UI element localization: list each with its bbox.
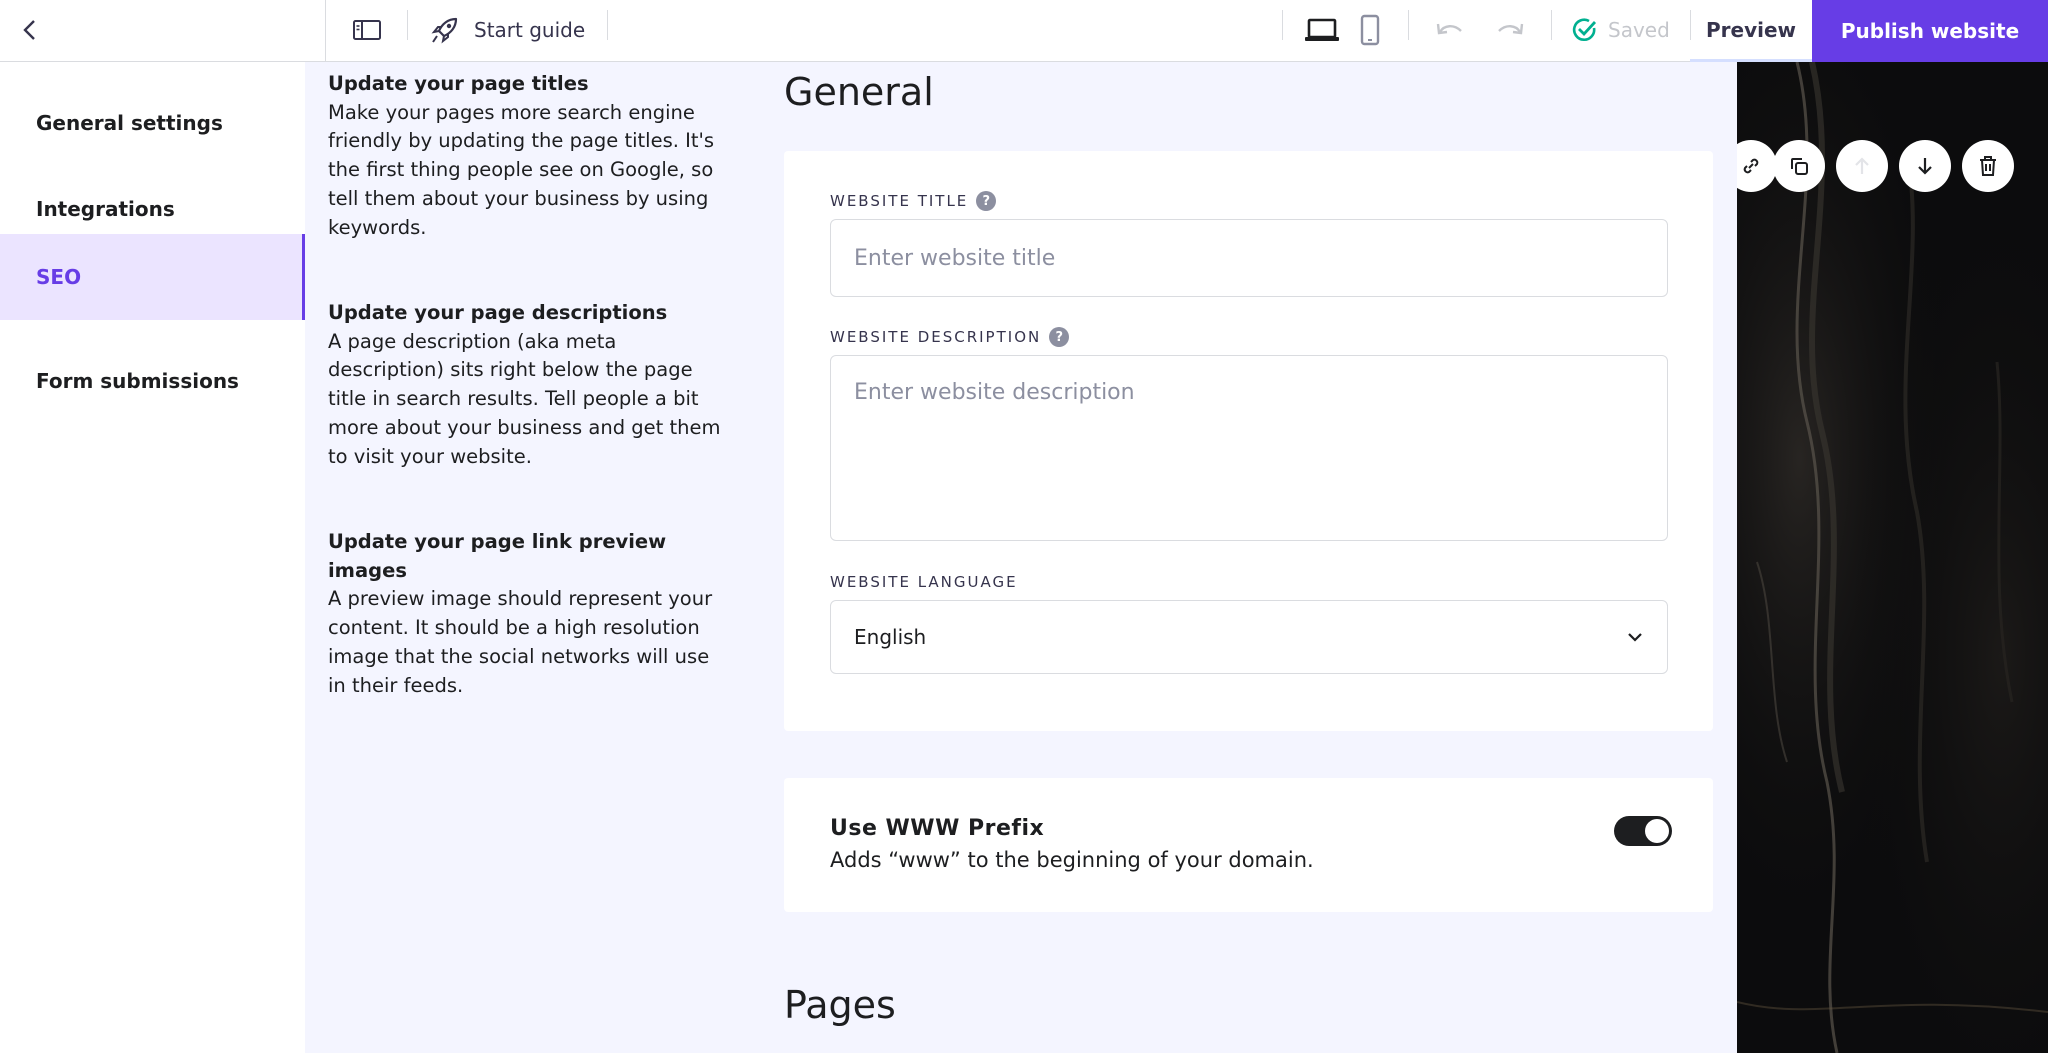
start-guide-label: Start guide [474, 18, 586, 42]
redo-icon [1498, 23, 1524, 35]
arrow-down-icon [1918, 158, 1932, 175]
website-description-label-text: WEBSITE DESCRIPTION [830, 328, 1042, 346]
seo-settings-panel: Update your page titles Make your pages … [305, 62, 1737, 1053]
www-prefix-description: Adds “www” to the beginning of your doma… [830, 848, 1314, 872]
start-guide-button[interactable]: Start guide [430, 8, 585, 52]
desktop-view-button[interactable] [1300, 8, 1344, 52]
sidebar-panel-icon [353, 20, 381, 40]
general-settings-card: WEBSITE TITLE ? WEBSITE DESCRIPTION ? WE… [784, 151, 1713, 731]
sidebar-item-general-settings[interactable]: General settings [0, 80, 305, 166]
move-down-button[interactable] [1899, 140, 1951, 192]
preview-background-image [1737, 62, 2048, 1053]
help-body: A preview image should represent your co… [328, 587, 713, 697]
website-title-input[interactable] [830, 219, 1668, 297]
settings-sidebar: General settings Integrations SEO Form s… [0, 62, 305, 1053]
help-page-descriptions: Update your page descriptions A page des… [328, 299, 733, 471]
website-description-input[interactable] [830, 355, 1668, 541]
website-title-label: WEBSITE TITLE ? [830, 191, 997, 211]
chevron-down-icon [1628, 633, 1642, 642]
website-language-label-text: WEBSITE LANGUAGE [830, 573, 1018, 591]
www-prefix-title: Use WWW Prefix [830, 816, 1045, 841]
undo-button[interactable] [1428, 8, 1472, 52]
topbar-separator [1408, 10, 1409, 40]
help-title: Update your page titles [328, 72, 589, 95]
check-circle-icon [1572, 18, 1597, 42]
delete-element-button[interactable] [1962, 140, 2014, 192]
website-title-label-text: WEBSITE TITLE [830, 192, 969, 210]
topbar-separator [607, 10, 608, 40]
topbar-separator [1551, 10, 1552, 40]
topbar-separator [1282, 10, 1283, 40]
chevron-left-icon [23, 20, 35, 40]
mobile-icon [1360, 14, 1380, 46]
website-language-value: English [854, 625, 927, 649]
preview-button[interactable]: Preview [1690, 0, 1812, 62]
publish-website-button[interactable]: Publish website [1812, 0, 2048, 62]
redo-button[interactable] [1488, 8, 1532, 52]
pages-section-title: Pages [784, 983, 896, 1027]
topbar-separator [407, 10, 408, 40]
help-page-titles: Update your page titles Make your pages … [328, 70, 733, 242]
toggle-knob [1645, 819, 1669, 843]
arrow-up-icon [1855, 157, 1869, 174]
website-language-select[interactable]: English [830, 600, 1668, 674]
mobile-view-button[interactable] [1348, 8, 1392, 52]
back-button[interactable] [10, 10, 50, 50]
duplicate-element-button[interactable] [1773, 140, 1825, 192]
help-link-preview-images: Update your page link preview images A p… [328, 528, 733, 700]
question-icon[interactable]: ? [976, 191, 997, 211]
general-section-title: General [784, 70, 934, 114]
toggle-sidebar-button[interactable] [345, 8, 389, 52]
website-preview-pane [1737, 62, 2048, 1053]
rocket-icon [431, 17, 458, 44]
top-bar: Start guide Saved Preview Publish websit… [0, 0, 2048, 62]
link-icon [1743, 158, 1759, 174]
www-prefix-toggle[interactable] [1614, 816, 1672, 846]
help-title: Update your page link preview images [328, 530, 667, 582]
trash-icon [1980, 156, 1996, 176]
website-description-label: WEBSITE DESCRIPTION ? [830, 327, 1070, 347]
sidebar-item-form-submissions[interactable]: Form submissions [0, 338, 305, 424]
laptop-icon [1305, 18, 1339, 41]
undo-icon [1436, 23, 1462, 35]
duplicate-icon [1791, 158, 1808, 175]
question-icon[interactable]: ? [1049, 327, 1070, 347]
help-body: Make your pages more search engine frien… [328, 100, 715, 239]
help-title: Update your page descriptions [328, 301, 668, 324]
help-body: A page description (aka meta description… [328, 329, 721, 468]
saved-label: Saved [1608, 18, 1670, 42]
website-language-label: WEBSITE LANGUAGE [830, 573, 1018, 591]
move-up-button[interactable] [1836, 140, 1888, 192]
topbar-divider [325, 0, 326, 62]
sidebar-item-seo[interactable]: SEO [0, 234, 305, 320]
www-prefix-card: Use WWW Prefix Adds “www” to the beginni… [784, 778, 1713, 912]
saved-status: Saved [1572, 8, 1670, 52]
